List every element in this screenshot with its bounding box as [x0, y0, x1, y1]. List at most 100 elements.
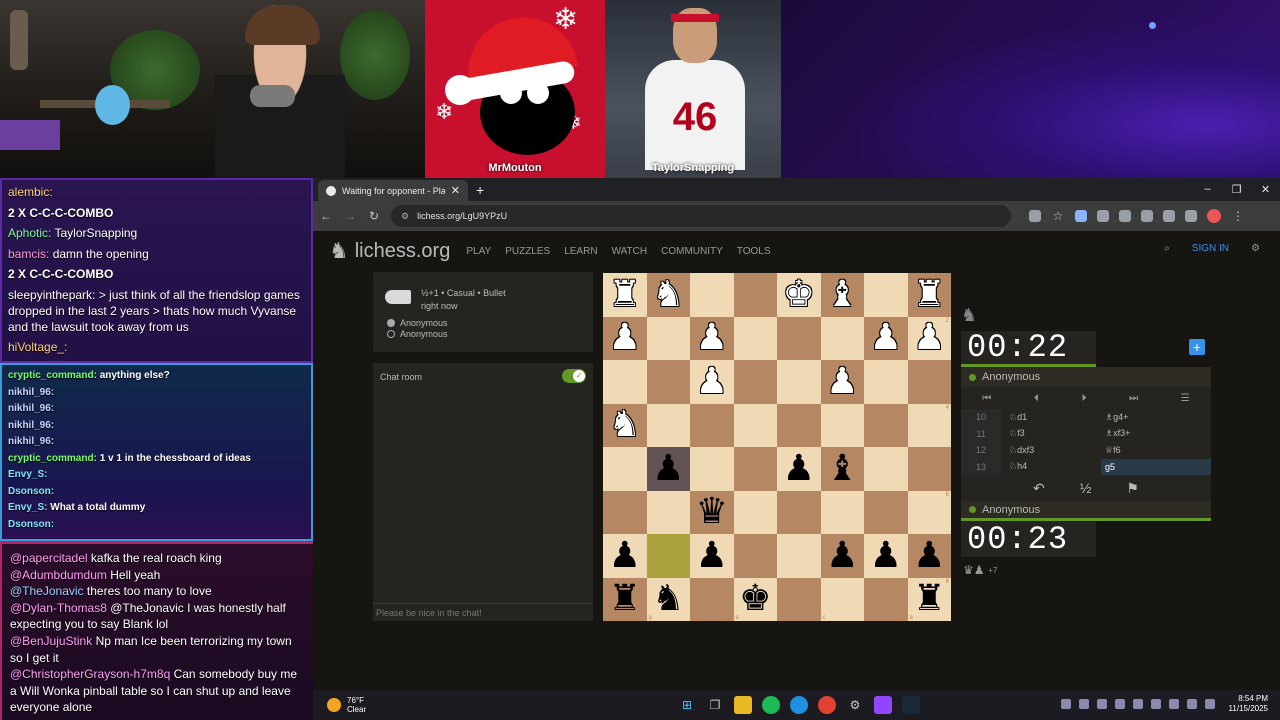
steam-icon[interactable] — [902, 696, 920, 714]
maximize-icon[interactable]: ❐ — [1222, 178, 1251, 200]
board-square[interactable] — [864, 447, 908, 491]
board-square[interactable] — [690, 273, 734, 317]
player-black[interactable]: Anonymous — [387, 329, 448, 339]
board-square[interactable] — [777, 403, 821, 447]
board-square[interactable]: 4 — [907, 403, 951, 447]
close-tab-icon[interactable]: ✕ — [451, 184, 460, 197]
board-square[interactable]: ♞ g — [646, 577, 690, 621]
board-square[interactable]: ♟ — [603, 534, 647, 578]
board-square[interactable] — [603, 360, 647, 404]
board-square[interactable] — [733, 490, 777, 534]
board-square[interactable]: ♜ h — [603, 577, 647, 621]
top-player[interactable]: Anonymous — [961, 367, 1211, 387]
board-square[interactable]: ♟ — [820, 360, 864, 404]
settings-gear-icon[interactable]: ⚙ — [1251, 243, 1260, 254]
black-queen-icon[interactable]: ♛ — [696, 494, 728, 530]
board-square[interactable]: f — [690, 577, 734, 621]
white-rook-icon[interactable]: ♜ — [609, 276, 641, 313]
board-square[interactable]: ♟ 2 — [907, 316, 951, 360]
board-square[interactable]: ♚ e — [733, 577, 777, 621]
close-window-icon[interactable]: ✕ — [1251, 178, 1280, 200]
white-knight-icon[interactable]: ♞ — [652, 276, 684, 313]
search-icon[interactable]: ⌕ — [1164, 243, 1170, 254]
board-square[interactable] — [733, 534, 777, 578]
resign-flag-icon[interactable]: ⚑ — [1126, 480, 1139, 497]
board-square[interactable] — [820, 316, 864, 360]
back-icon[interactable]: ← — [319, 209, 333, 223]
board-square[interactable]: c — [820, 577, 864, 621]
white-bishop-icon[interactable]: ♝ — [826, 276, 858, 313]
board-square[interactable]: ♛ — [690, 490, 734, 534]
next-move-icon[interactable]: ⏵ — [1081, 393, 1086, 404]
board-square[interactable]: ♞ — [646, 273, 690, 317]
board-square[interactable] — [733, 403, 777, 447]
white-knight-icon[interactable]: ♞ — [609, 407, 641, 443]
chrome-icon[interactable] — [818, 696, 836, 714]
extension-icon[interactable] — [1119, 210, 1131, 222]
black-pawn-icon[interactable]: ♟ — [783, 450, 815, 487]
weather-widget[interactable]: 76°F Clear — [327, 696, 366, 714]
last-move-icon[interactable]: ⏭ — [1129, 393, 1138, 404]
white-pawn-icon[interactable]: ♟ — [696, 363, 728, 400]
black-bishop-icon[interactable]: ♝ — [826, 450, 858, 487]
chat-input[interactable]: Please be nice in the chat! — [373, 603, 593, 621]
board-square[interactable] — [733, 316, 777, 360]
tray-chevron-icon[interactable] — [1060, 699, 1071, 709]
board-square[interactable]: 5 — [907, 447, 951, 491]
board-square[interactable] — [690, 447, 734, 491]
spotify-icon[interactable] — [762, 696, 780, 714]
move-white[interactable]: ♘h4 — [1001, 459, 1101, 476]
nav-play[interactable]: PLAY — [466, 246, 491, 257]
board-square[interactable]: ♞ — [603, 403, 647, 447]
board-square[interactable]: ♜ 8 a — [907, 577, 951, 621]
profile-avatar[interactable] — [1207, 209, 1221, 223]
board-square[interactable]: ♜ 1 — [907, 273, 951, 317]
tray-app-icon[interactable] — [1132, 699, 1143, 709]
board-square[interactable]: ♟ — [690, 316, 734, 360]
white-pawn-icon[interactable]: ♟ — [870, 320, 902, 356]
wifi-icon[interactable] — [1168, 699, 1179, 709]
site-info-icon[interactable]: ⚙ — [401, 211, 409, 222]
board-square[interactable] — [733, 273, 777, 317]
board-square[interactable] — [603, 490, 647, 534]
forward-icon[interactable]: → — [343, 209, 357, 223]
volume-icon[interactable] — [1186, 699, 1197, 709]
board-square[interactable] — [777, 316, 821, 360]
sidepanel-icon[interactable] — [1163, 210, 1175, 222]
reload-icon[interactable]: ↻ — [367, 209, 381, 223]
board-square[interactable] — [864, 360, 908, 404]
board-square[interactable]: ♟ — [864, 316, 908, 360]
edge-icon[interactable] — [790, 696, 808, 714]
menu-kebab-icon[interactable]: ⋮ — [1231, 209, 1245, 223]
board-square[interactable]: ♟ 7 — [907, 534, 951, 578]
board-square[interactable]: ♟ — [646, 447, 690, 491]
nav-learn[interactable]: LEARN — [564, 246, 597, 257]
black-pawn-icon[interactable]: ♟ — [696, 537, 728, 574]
file-explorer-icon[interactable] — [734, 696, 752, 714]
nav-watch[interactable]: WATCH — [612, 246, 648, 257]
board-square[interactable]: 3 — [907, 360, 951, 404]
board-square[interactable] — [646, 403, 690, 447]
board-square[interactable]: ♝ — [820, 273, 864, 317]
system-clock[interactable]: 8:54 PM 11/15/2025 — [1229, 694, 1268, 714]
start-menu-icon[interactable]: ⊞ — [678, 696, 696, 714]
white-pawn-icon[interactable]: ♟ — [913, 320, 945, 356]
twitch-icon[interactable] — [874, 696, 892, 714]
nav-community[interactable]: COMMUNITY — [661, 246, 723, 257]
white-pawn-icon[interactable]: ♟ — [696, 320, 728, 356]
board-square[interactable] — [733, 360, 777, 404]
extensions-puzzle-icon[interactable] — [1141, 210, 1153, 222]
board-square[interactable]: ♟ — [864, 534, 908, 578]
board-square[interactable]: ♟ — [603, 316, 647, 360]
lichess-logo[interactable]: ♞ lichess.org — [329, 239, 450, 264]
move-black[interactable]: ♗g4+ — [1101, 409, 1211, 426]
board-square[interactable] — [690, 403, 734, 447]
white-pawn-icon[interactable]: ♟ — [826, 363, 858, 400]
prev-move-icon[interactable]: ⏴ — [1034, 393, 1039, 404]
extension-icon[interactable] — [1185, 210, 1197, 222]
black-rook-icon[interactable]: ♜ — [609, 581, 641, 617]
board-square[interactable]: ♟ — [690, 534, 734, 578]
board-square[interactable] — [733, 447, 777, 491]
sign-in-link[interactable]: SIGN IN — [1192, 243, 1229, 254]
chess-board[interactable]: ♜ ♞ ♚ ♝ ♜ 1 ♟ ♟ ♟ ♟ 2 ♟ ♟ 3 ♞ 4 ♟ ♟ ♝ 5 ♛ 6 ♟ ♟ ♟ ♟ ♟ 7 ♜ h ♞ g f ♚ e d c b ♜ 8… — [603, 273, 951, 621]
